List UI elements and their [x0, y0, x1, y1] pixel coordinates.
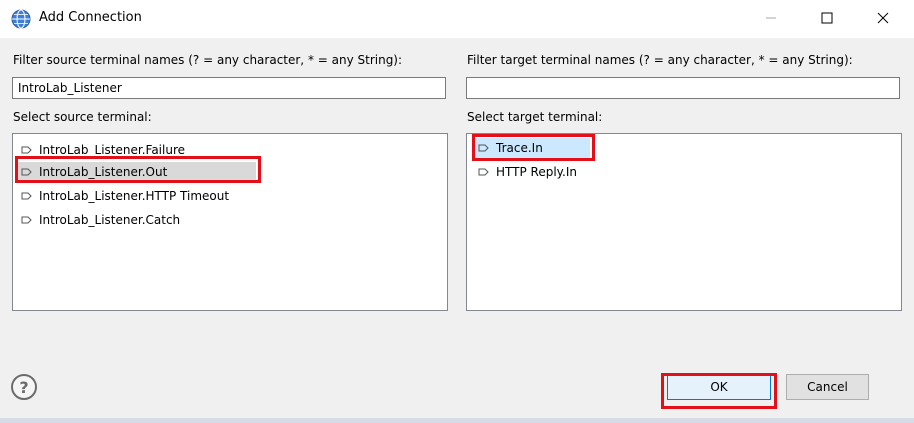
terminal-connector-icon	[21, 192, 32, 200]
terminal-connector-icon	[21, 146, 32, 154]
source-select-label: Select source terminal:	[13, 110, 152, 124]
list-item-selected[interactable]: Trace.In	[474, 138, 590, 158]
list-item-label: IntroLab_Listener.Failure	[39, 143, 185, 157]
minimize-icon	[766, 17, 776, 19]
list-item[interactable]: HTTP Reply.In	[477, 162, 577, 182]
title-bar: Add Connection	[0, 0, 914, 38]
terminal-connector-icon	[478, 144, 489, 152]
maximize-button[interactable]	[804, 0, 850, 36]
window-title: Add Connection	[39, 10, 142, 25]
list-item-label: IntroLab_Listener.Out	[39, 165, 168, 179]
background-strip	[0, 418, 914, 423]
close-button[interactable]	[860, 0, 906, 36]
source-filter-label: Filter source terminal names (? = any ch…	[13, 53, 403, 67]
list-item-selected[interactable]: IntroLab_Listener.Out	[18, 162, 256, 182]
ok-button[interactable]: OK	[667, 374, 771, 400]
target-terminal-list[interactable]: Trace.In HTTP Reply.In	[466, 133, 902, 311]
list-item[interactable]: IntroLab_Listener.HTTP Timeout	[20, 186, 229, 206]
help-icon[interactable]: ?	[11, 374, 37, 400]
globe-icon	[11, 9, 31, 29]
minimize-button[interactable]	[748, 0, 794, 36]
terminal-connector-icon	[478, 168, 489, 176]
terminal-connector-icon	[21, 168, 32, 176]
terminal-connector-icon	[21, 216, 32, 224]
list-item-label: Trace.In	[496, 141, 543, 155]
list-item[interactable]: IntroLab_Listener.Failure	[20, 140, 185, 160]
list-item-label: HTTP Reply.In	[496, 165, 578, 179]
source-filter-input[interactable]: IntroLab_Listener	[12, 77, 446, 99]
cancel-button[interactable]: Cancel	[786, 374, 869, 400]
list-item-label: IntroLab_Listener.Catch	[39, 213, 181, 227]
target-select-label: Select target terminal:	[467, 110, 603, 124]
target-filter-input[interactable]	[466, 77, 900, 99]
close-icon	[877, 12, 889, 24]
list-item[interactable]: IntroLab_Listener.Catch	[20, 210, 180, 230]
target-filter-label: Filter target terminal names (? = any ch…	[467, 53, 853, 67]
list-item-label: IntroLab_Listener.HTTP Timeout	[39, 189, 230, 203]
source-terminal-list[interactable]: IntroLab_Listener.Failure IntroLab_Liste…	[12, 133, 448, 311]
maximize-icon	[821, 12, 833, 24]
